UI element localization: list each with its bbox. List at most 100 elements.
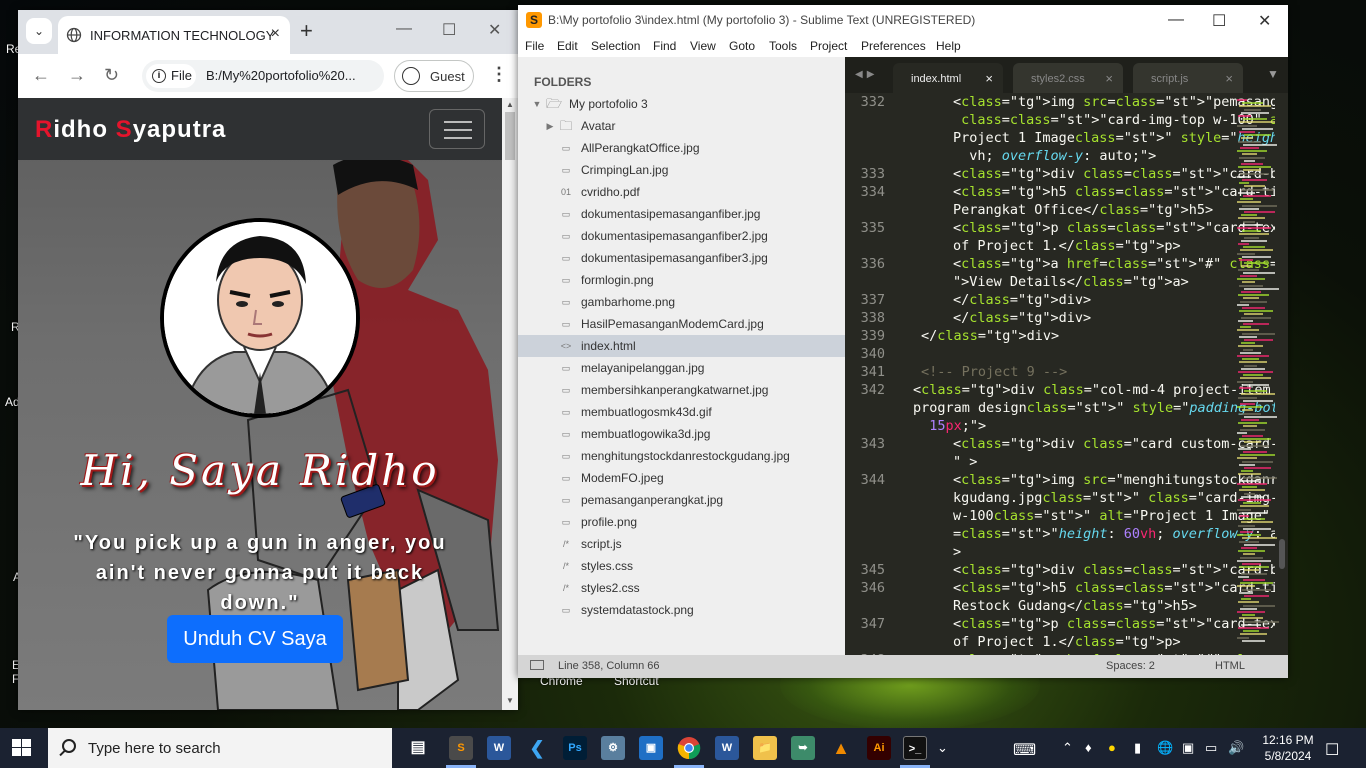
close-tab-icon[interactable]: × (1225, 71, 1233, 86)
subfolder-avatar[interactable]: ▶ 🗀 Avatar (518, 115, 845, 137)
menu-view[interactable]: View (690, 39, 716, 53)
camera-icon[interactable]: ▣ (1182, 740, 1194, 756)
code-line[interactable]: <class="tg">div class=class="st">"card-b… (913, 561, 1275, 579)
file-item[interactable]: ▭ menghitungstockdanrestockgudang.jpg (518, 445, 845, 467)
file-item[interactable]: ▭ pemasanganperangkat.jpg (518, 489, 845, 511)
show-hidden-icons-icon[interactable]: ⌃ (1062, 740, 1073, 756)
code-line[interactable]: Restock Gudang</class="tg">h5> (913, 597, 1237, 615)
navbar-toggle-button[interactable] (429, 109, 485, 149)
code-line[interactable] (913, 345, 1237, 363)
editor-tab-styles2[interactable]: styles2.css × (1013, 63, 1123, 93)
code-line[interactable]: of Project 1.</class="tg">p> (913, 237, 1237, 255)
code-line[interactable]: vh; overflow-y: auto;"> (913, 147, 1237, 165)
site-info-button[interactable]: i File (146, 64, 196, 88)
file-item[interactable]: ▭ melayanipelanggan.jpg (518, 357, 845, 379)
tray-app-icon[interactable]: ● (1108, 740, 1116, 755)
maximize-icon[interactable]: ☐ (442, 20, 456, 40)
console-toggle-icon[interactable] (530, 660, 544, 670)
chrome-icon[interactable] (677, 736, 701, 760)
code-lines[interactable]: <class="tg">img src=class="st">"pemasang… (913, 93, 1275, 655)
word-document-icon[interactable]: W (715, 736, 739, 760)
word-icon[interactable]: W (487, 736, 511, 760)
file-item[interactable]: /* styles2.css (518, 577, 845, 599)
project-root-folder[interactable]: ▼ 🗁 My portofolio 3 (518, 93, 845, 115)
code-line[interactable]: class=class="st">"card-img-top w-100" al… (913, 111, 1275, 129)
minimap[interactable] (1237, 93, 1279, 655)
code-area[interactable]: 332 333 334 335 336 337 338 339 340 341 342 343 344 3… (845, 93, 1275, 655)
sublime-text-icon[interactable]: S (449, 736, 473, 760)
editor-tab-index[interactable]: index.html × (893, 63, 1003, 93)
menu-preferences[interactable]: Preferences (861, 39, 926, 53)
code-line[interactable]: <class="tg">p class=class="st">"card-tex… (913, 219, 1275, 237)
code-line[interactable]: Project 1 Imageclass="st">" style="heigh… (913, 129, 1275, 147)
back-arrow-icon[interactable]: ← (32, 65, 50, 86)
control-panel-icon[interactable]: ⚙ (601, 736, 625, 760)
tab-scroll-arrows-icon[interactable]: ◀▶ (855, 69, 878, 80)
address-bar[interactable]: i File B:/My%20portofolio%20... (142, 60, 384, 92)
task-view-icon[interactable]: ▤ (406, 736, 430, 760)
menu-project[interactable]: Project (810, 39, 847, 53)
indentation-setting[interactable]: Spaces: 2 (1106, 660, 1155, 672)
photoshop-icon[interactable]: Ps (563, 736, 587, 760)
code-line[interactable]: program designclass="st">" style="paddin… (913, 399, 1275, 417)
overflow-chevron-icon[interactable]: ⌄ (937, 740, 948, 756)
menu-file[interactable]: File (525, 39, 544, 53)
file-item[interactable]: ▭ membuatlogowika3d.jpg (518, 423, 845, 445)
file-item[interactable]: ▭ gambarhome.png (518, 291, 845, 313)
code-line[interactable]: w-100class="st">" alt="Project 1 Image" … (913, 507, 1270, 525)
code-line[interactable]: <class="tg">h5 class=class="st">"card-ti… (913, 183, 1275, 201)
scroll-up-icon[interactable]: ▲ (506, 100, 514, 109)
code-line[interactable]: </class="tg">div> (913, 327, 1237, 345)
profile-button[interactable]: Guest (394, 60, 474, 92)
file-item[interactable]: <> index.html (518, 335, 845, 357)
reload-icon[interactable]: ↻ (104, 65, 119, 86)
file-explorer-icon[interactable]: 📁 (753, 736, 777, 760)
tab-search-button[interactable]: ⌄ (26, 18, 52, 44)
code-line[interactable]: 15px;"> (913, 417, 1237, 435)
menu-selection[interactable]: Selection (591, 39, 640, 53)
code-line[interactable]: <class="tg">img src=class="st">"pemasang… (913, 93, 1275, 111)
command-prompt-icon[interactable]: >_ (903, 736, 927, 760)
code-line[interactable]: <class="tg">div class=class="st">"card-b… (913, 165, 1275, 183)
battery-icon[interactable]: ▭ (1205, 740, 1217, 756)
menu-tools[interactable]: Tools (769, 39, 797, 53)
notifications-icon[interactable]: ☐ (1325, 740, 1339, 760)
minimize-icon[interactable]: — (396, 20, 412, 38)
new-tab-icon[interactable]: + (300, 20, 313, 42)
vscode-icon[interactable]: ❮ (525, 736, 549, 760)
download-cv-button[interactable]: Unduh CV Saya (167, 615, 343, 663)
file-item[interactable]: ▭ dokumentasipemasanganfiber2.jpg (518, 225, 845, 247)
browser-tab[interactable]: INFORMATION TECHNOLOGY × (58, 16, 290, 54)
code-line[interactable]: > (913, 543, 1237, 561)
file-item[interactable]: ▭ dokumentasipemasanganfiber3.jpg (518, 247, 845, 269)
close-window-icon[interactable]: ✕ (1258, 11, 1271, 31)
editor-scroll-thumb[interactable] (1279, 539, 1285, 569)
file-item[interactable]: ▭ systemdatastock.png (518, 599, 845, 621)
menu-find[interactable]: Find (653, 39, 676, 53)
file-item[interactable]: ▭ HasilPemasanganModemCard.jpg (518, 313, 845, 335)
file-item[interactable]: ▭ dokumentasipemasanganfiber.jpg (518, 203, 845, 225)
code-line[interactable]: Perangkat Office</class="tg">h5> (913, 201, 1237, 219)
code-line[interactable]: kgudang.jpgclass="st">" class="card-img-… (913, 489, 1275, 507)
menu-help[interactable]: Help (936, 39, 961, 53)
tab-list-dropdown-icon[interactable]: ▼ (1267, 67, 1279, 81)
file-item[interactable]: /* script.js (518, 533, 845, 555)
file-item[interactable]: ▭ membersihkanperangkatwarnet.jpg (518, 379, 845, 401)
file-item[interactable]: ▭ formlogin.png (518, 269, 845, 291)
code-line[interactable]: <class="tg">div class="col-md-4 project-… (913, 381, 1271, 399)
code-line[interactable]: <!-- Project 9 --> (913, 363, 1237, 381)
file-item[interactable]: ▭ membuatlogosmk43d.gif (518, 401, 845, 423)
code-line[interactable]: " > (913, 453, 1237, 471)
more-menu-icon[interactable]: ⋮ (490, 64, 508, 85)
taskbar-search-box[interactable]: Type here to search (48, 728, 392, 768)
tray-app-icon[interactable]: ♦ (1085, 740, 1092, 755)
scroll-down-icon[interactable]: ▼ (506, 696, 514, 705)
file-item[interactable]: /* styles.css (518, 555, 845, 577)
page-scrollbar[interactable]: ▲ ▼ (502, 98, 518, 710)
file-item[interactable]: ▭ AllPerangkatOffice.jpg (518, 137, 845, 159)
url-text[interactable]: B:/My%20portofolio%20... (206, 68, 356, 83)
menu-edit[interactable]: Edit (557, 39, 578, 53)
site-brand[interactable]: Ridho Syaputra (35, 116, 226, 144)
code-line[interactable]: <class="tg">p class=class="st">"card-tex… (913, 615, 1275, 633)
editor-tab-script[interactable]: script.js × (1133, 63, 1243, 93)
